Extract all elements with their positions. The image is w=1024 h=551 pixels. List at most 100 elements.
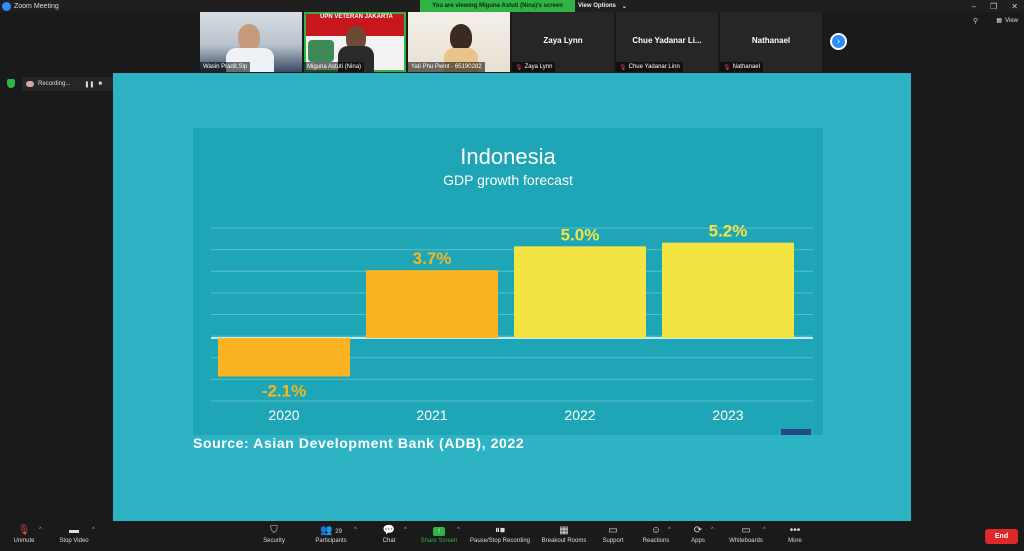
recording-label: Recording... [38, 81, 71, 87]
data-label-2023: 5.2% [709, 222, 748, 241]
share-screen-label: Share Screen [420, 538, 458, 544]
participant-name-text: Chue Yadanar Linn [628, 64, 680, 70]
chevron-up-icon[interactable]: ^ [354, 527, 357, 533]
chevron-up-icon[interactable]: ^ [39, 527, 42, 533]
next-page-button[interactable]: › [830, 33, 847, 50]
participant-name: 🎙 Chue Yadanar Linn [616, 62, 683, 72]
pause-stop-recording-button[interactable]: ⏸⏹ Pause/Stop Recording [470, 524, 530, 544]
shared-screen: -2.1% 2020 3.7% 2021 5.0% 2022 5.2% 2023 Indone… [113, 73, 911, 521]
person-icon[interactable]: ⚲ [973, 17, 978, 25]
more-label: More [788, 538, 802, 544]
stop-video-label: Stop Video [59, 538, 89, 544]
more-dots-icon: ••• [789, 525, 801, 536]
participants-label: Participants [315, 538, 347, 544]
recording-indicator: Recording... ❚❚ ■ [22, 77, 116, 91]
security-button[interactable]: ⛉ Security [244, 524, 304, 544]
restore-icon[interactable]: ❐ [990, 2, 997, 11]
participant-strip: Wasin Pradit.Slp UPN VETERAN JAKARTA Mig… [200, 12, 822, 73]
chat-icon: 💬 [382, 525, 396, 536]
data-label-2022: 5.0% [561, 225, 600, 244]
participant-name-text: Wasin Pradit.Slp [203, 64, 248, 70]
chevron-down-icon: ⌄ [621, 3, 627, 10]
participant-name-text: Zaya Lynn [524, 64, 553, 70]
participant-name: Yati Phu Pwint - 65190282 [408, 62, 485, 72]
mic-muted-icon: 🎙 [17, 525, 31, 536]
mic-muted-icon: 🎙 [619, 64, 627, 71]
chart-subtitle: GDP growth forecast [443, 172, 573, 188]
video-overlay-text: UPN VETERAN JAKARTA [320, 14, 393, 20]
participant-tile[interactable]: Yati Phu Pwint - 65190282 [408, 12, 510, 72]
reactions-label: Reactions [642, 538, 670, 544]
chevron-up-icon[interactable]: ^ [92, 527, 95, 533]
x-tick-label-2022: 2022 [564, 407, 595, 423]
participant-name: 🎙 Nathanael [720, 62, 763, 72]
grid-view-icon: ▦ [996, 18, 1003, 24]
participant-tile[interactable]: Nathanael 🎙 Nathanael [720, 12, 822, 72]
data-label-2020: -2.1% [262, 382, 306, 401]
chat-label: Chat [382, 538, 396, 544]
recording-label: Pause/Stop Recording [469, 538, 531, 544]
participant-display-name: Chue Yadanar Li... [632, 36, 702, 45]
chevron-up-icon[interactable]: ^ [711, 527, 714, 533]
chart-title: Indonesia [460, 144, 556, 169]
close-icon[interactable]: ✕ [1011, 2, 1018, 11]
participants-button[interactable]: 👥 29 Participants [301, 524, 361, 544]
participants-icon: 👥 29 [320, 525, 342, 536]
presentation-slide: -2.1% 2020 3.7% 2021 5.0% 2022 5.2% 2023 Indone… [193, 128, 823, 435]
participant-display-name: Nathanael [751, 36, 791, 45]
breakout-rooms-label: Breakout Rooms [541, 538, 587, 544]
cloud-recording-icon [26, 81, 34, 87]
chevron-up-icon[interactable]: ^ [457, 527, 460, 533]
mic-muted-icon: 🎙 [723, 64, 731, 71]
participant-name: Miguna Astuti (Nina) [304, 62, 365, 72]
data-label-2021: 3.7% [413, 249, 452, 268]
participant-video-face [450, 24, 472, 50]
view-button[interactable]: ▦ View [996, 17, 1018, 25]
view-options-label: View Options [578, 3, 616, 9]
participant-name-text: Nathanael [732, 64, 760, 70]
mic-muted-icon: 🎙 [515, 64, 523, 71]
participant-display-name: Zaya Lynn [543, 36, 583, 45]
support-icon: ▭ [608, 525, 618, 536]
apps-label: Apps [691, 538, 705, 544]
breakout-rooms-icon: ▦ [559, 525, 569, 536]
view-button-label: View [1005, 17, 1018, 24]
slide-decoration [781, 429, 811, 435]
bar-2022 [514, 246, 646, 338]
bar-2020 [218, 338, 350, 377]
minimize-icon[interactable]: – [972, 2, 976, 11]
shield-icon: ⛉ [270, 525, 278, 536]
stop-video-button[interactable]: ▬ Stop Video [44, 524, 104, 544]
more-button[interactable]: ••• More [765, 524, 825, 544]
view-options-button[interactable]: View Options ⌄ [578, 0, 638, 12]
stop-recording-icon[interactable]: ■ [98, 81, 102, 87]
participant-tile[interactable]: Wasin Pradit.Slp [200, 12, 302, 72]
participant-tile-active-speaker[interactable]: UPN VETERAN JAKARTA Miguna Astuti (Nina) [304, 12, 406, 72]
participants-count: 29 [335, 529, 342, 535]
zoom-logo-icon [2, 1, 11, 11]
pause-stop-icon: ⏸⏹ [495, 525, 505, 536]
participant-tile[interactable]: Zaya Lynn 🎙 Zaya Lynn [512, 12, 614, 72]
pause-recording-icon[interactable]: ❚❚ [84, 81, 94, 88]
bar-2023 [662, 242, 794, 338]
end-meeting-button[interactable]: End [985, 529, 1018, 544]
support-label: Support [602, 538, 624, 544]
meeting-toolbar: 🎙 Unmute ^ ▬ Stop Video ^ ⛉ Security 👥 2… [0, 521, 1024, 551]
share-screen-button[interactable]: ↑ Share Screen [409, 524, 469, 544]
logo-board-icon [308, 40, 334, 62]
participant-tile[interactable]: Chue Yadanar Li... 🎙 Chue Yadanar Linn [616, 12, 718, 72]
slide-source-text: Source: Asian Development Bank (ADB), 20… [193, 435, 525, 451]
unmute-label: Unmute [13, 538, 35, 544]
chevron-right-icon: › [836, 36, 841, 47]
chevron-up-icon[interactable]: ^ [404, 527, 407, 533]
window-controls: – ❐ ✕ [972, 0, 1018, 12]
whiteboard-icon: ▭ [741, 525, 751, 536]
security-label: Security [263, 538, 285, 544]
whiteboards-label: Whiteboards [729, 538, 763, 544]
video-camera-icon: ▬ [69, 525, 79, 536]
apps-icon: ⟳ [693, 525, 703, 536]
viewing-screen-banner: You are viewing Miguna Astuti (Nina)'s s… [420, 0, 575, 12]
security-shield-icon [7, 79, 15, 88]
bar-2021 [366, 270, 498, 338]
participant-name: 🎙 Zaya Lynn [512, 62, 556, 72]
